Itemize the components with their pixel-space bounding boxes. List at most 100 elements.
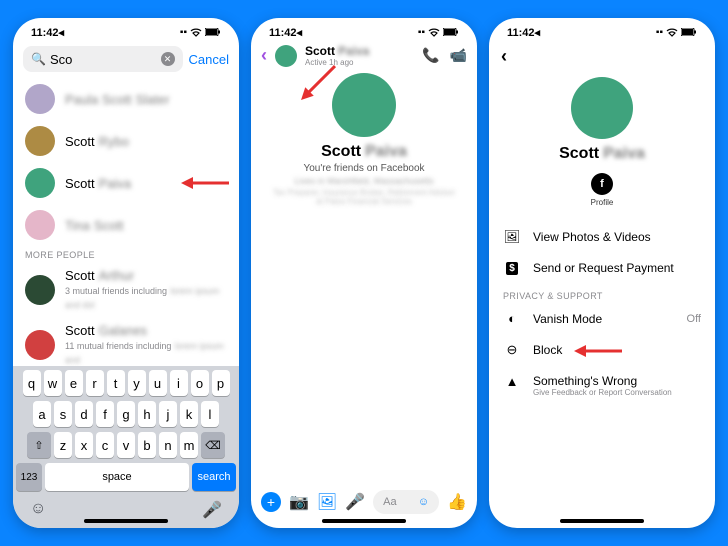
key-y[interactable]: y — [128, 370, 146, 396]
key-m[interactable]: m — [180, 432, 198, 458]
mic-key[interactable]: 🎤 — [202, 500, 222, 520]
avatar — [25, 330, 55, 360]
sticker-icon[interactable]: ☺ — [418, 496, 429, 508]
search-input[interactable]: 🔍 Sco ✕ — [23, 46, 183, 72]
lives-label: Lives in Marshfield, Massachusetts — [294, 176, 434, 186]
back-button[interactable]: ‹ — [261, 45, 267, 66]
avatar — [25, 84, 55, 114]
privacy-header: PRIVACY & SUPPORT — [489, 283, 715, 303]
vanish-mode[interactable]: ◐ Vanish Mode Off — [489, 303, 715, 334]
chat-header[interactable]: ‹ ScottPaiva Active 1h ago 📞 📹 — [251, 42, 477, 69]
key-t[interactable]: t — [107, 370, 125, 396]
key-g[interactable]: g — [117, 401, 135, 427]
key-k[interactable]: k — [180, 401, 198, 427]
photos-icon: 🖼 — [503, 229, 521, 245]
pointer-arrow-icon — [573, 344, 623, 358]
key-r[interactable]: r — [86, 370, 104, 396]
camera-icon[interactable]: 📷 — [289, 492, 309, 512]
video-call-icon[interactable]: 📹 — [450, 47, 467, 64]
profile-menu: 🖼 View Photos & Videos $ Send or Request… — [489, 221, 715, 405]
status-bar: 11:42◂ ▪▪ — [13, 18, 239, 42]
avatar[interactable] — [571, 77, 633, 139]
add-icon[interactable]: + — [261, 492, 281, 512]
vanish-value: Off — [687, 313, 701, 325]
pointer-arrow-icon — [181, 176, 229, 190]
avatar — [25, 126, 55, 156]
result-row[interactable]: ScottRybo — [13, 120, 239, 162]
key-x[interactable]: x — [75, 432, 93, 458]
key-j[interactable]: j — [159, 401, 177, 427]
back-button[interactable]: ‹ — [501, 46, 507, 67]
keyboard-row: ⇧ zxcvbnm ⌫ — [16, 432, 236, 458]
block-icon: ⊖ — [503, 342, 521, 358]
result-row[interactable]: ScottArthur 3 mutual friends including l… — [13, 262, 239, 317]
more-people-header: MORE PEOPLE — [13, 246, 239, 262]
avatar — [25, 210, 55, 240]
key-f[interactable]: f — [96, 401, 114, 427]
like-icon[interactable]: 👍 — [447, 492, 467, 512]
profile-header: ‹ — [489, 42, 715, 71]
avatar[interactable] — [275, 45, 297, 67]
clear-icon[interactable]: ✕ — [161, 52, 175, 66]
profile-body: ScottPaiva f Profile — [489, 71, 715, 207]
key-p[interactable]: p — [212, 370, 230, 396]
backspace-key[interactable]: ⌫ — [201, 432, 225, 458]
key-d[interactable]: d — [75, 401, 93, 427]
home-indicator[interactable] — [84, 519, 168, 523]
result-row[interactable]: Paula ScottSlater — [13, 78, 239, 120]
key-n[interactable]: n — [159, 432, 177, 458]
home-indicator[interactable] — [322, 519, 406, 523]
profile-button[interactable]: f Profile — [591, 173, 614, 207]
search-icon: 🔍 — [31, 52, 46, 66]
facebook-icon: f — [591, 173, 613, 195]
block[interactable]: ⊖ Block — [489, 334, 715, 366]
key-l[interactable]: l — [201, 401, 219, 427]
search-value: Sco — [50, 52, 161, 67]
phone-chat: 11:42◂ ▪▪ ‹ ScottPaiva Active 1h ago 📞 📹… — [251, 18, 477, 528]
key-o[interactable]: o — [191, 370, 209, 396]
phone-profile: 11:42◂ ▪▪ ‹ ScottPaiva f Profile 🖼 View … — [489, 18, 715, 528]
message-input[interactable]: Aa ☺ — [373, 490, 439, 514]
cancel-button[interactable]: Cancel — [189, 52, 229, 67]
gallery-icon[interactable]: 🖼 — [317, 492, 337, 512]
phone-search: 11:42◂ ▪▪ 🔍 Sco ✕ Cancel Paula ScottSlat… — [13, 18, 239, 528]
keyboard-row: asdfghjkl — [16, 401, 236, 427]
search-key[interactable]: search — [192, 463, 236, 491]
home-indicator[interactable] — [560, 519, 644, 523]
result-row[interactable]: ScottGalanes 11 mutual friends including… — [13, 317, 239, 366]
space-key[interactable]: space — [45, 463, 189, 491]
key-w[interactable]: w — [44, 370, 62, 396]
key-s[interactable]: s — [54, 401, 72, 427]
bio-label: Tax Preparer, Insurance Broker, Retireme… — [251, 188, 477, 206]
result-row[interactable]: ScottPaiva — [13, 162, 239, 204]
status-bar: 11:42◂ ▪▪ — [251, 18, 477, 42]
send-payment[interactable]: $ Send or Request Payment — [489, 253, 715, 283]
keyboard-row: qwertyuiop — [16, 370, 236, 396]
key-v[interactable]: v — [117, 432, 135, 458]
warning-icon: ▲ — [503, 374, 521, 389]
key-u[interactable]: u — [149, 370, 167, 396]
emoji-key[interactable]: ☺ — [30, 500, 46, 520]
keyboard: qwertyuiop asdfghjkl ⇧ zxcvbnm ⌫ 123 spa… — [13, 366, 239, 528]
view-photos[interactable]: 🖼 View Photos & Videos — [489, 221, 715, 253]
key-c[interactable]: c — [96, 432, 114, 458]
vanish-icon: ◐ — [503, 311, 521, 326]
active-status: Active 1h ago — [305, 58, 369, 67]
avatar — [25, 275, 55, 305]
key-z[interactable]: z — [54, 432, 72, 458]
key-b[interactable]: b — [138, 432, 156, 458]
result-row[interactable]: TinaScott — [13, 204, 239, 246]
key-a[interactable]: a — [33, 401, 51, 427]
audio-call-icon[interactable]: 📞 — [422, 47, 439, 64]
shift-key[interactable]: ⇧ — [27, 432, 51, 458]
numbers-key[interactable]: 123 — [16, 463, 42, 491]
contact-name: ScottPaiva — [559, 145, 645, 163]
key-h[interactable]: h — [138, 401, 156, 427]
key-q[interactable]: q — [23, 370, 41, 396]
somethings-wrong[interactable]: ▲ Something's Wrong Give Feedback or Rep… — [489, 366, 715, 405]
results-list: Paula ScottSlater ScottRybo ScottPaiva T… — [13, 78, 239, 366]
key-i[interactable]: i — [170, 370, 188, 396]
key-e[interactable]: e — [65, 370, 83, 396]
mic-icon[interactable]: 🎤 — [345, 492, 365, 512]
keyboard-row: 123 space search — [16, 463, 236, 491]
